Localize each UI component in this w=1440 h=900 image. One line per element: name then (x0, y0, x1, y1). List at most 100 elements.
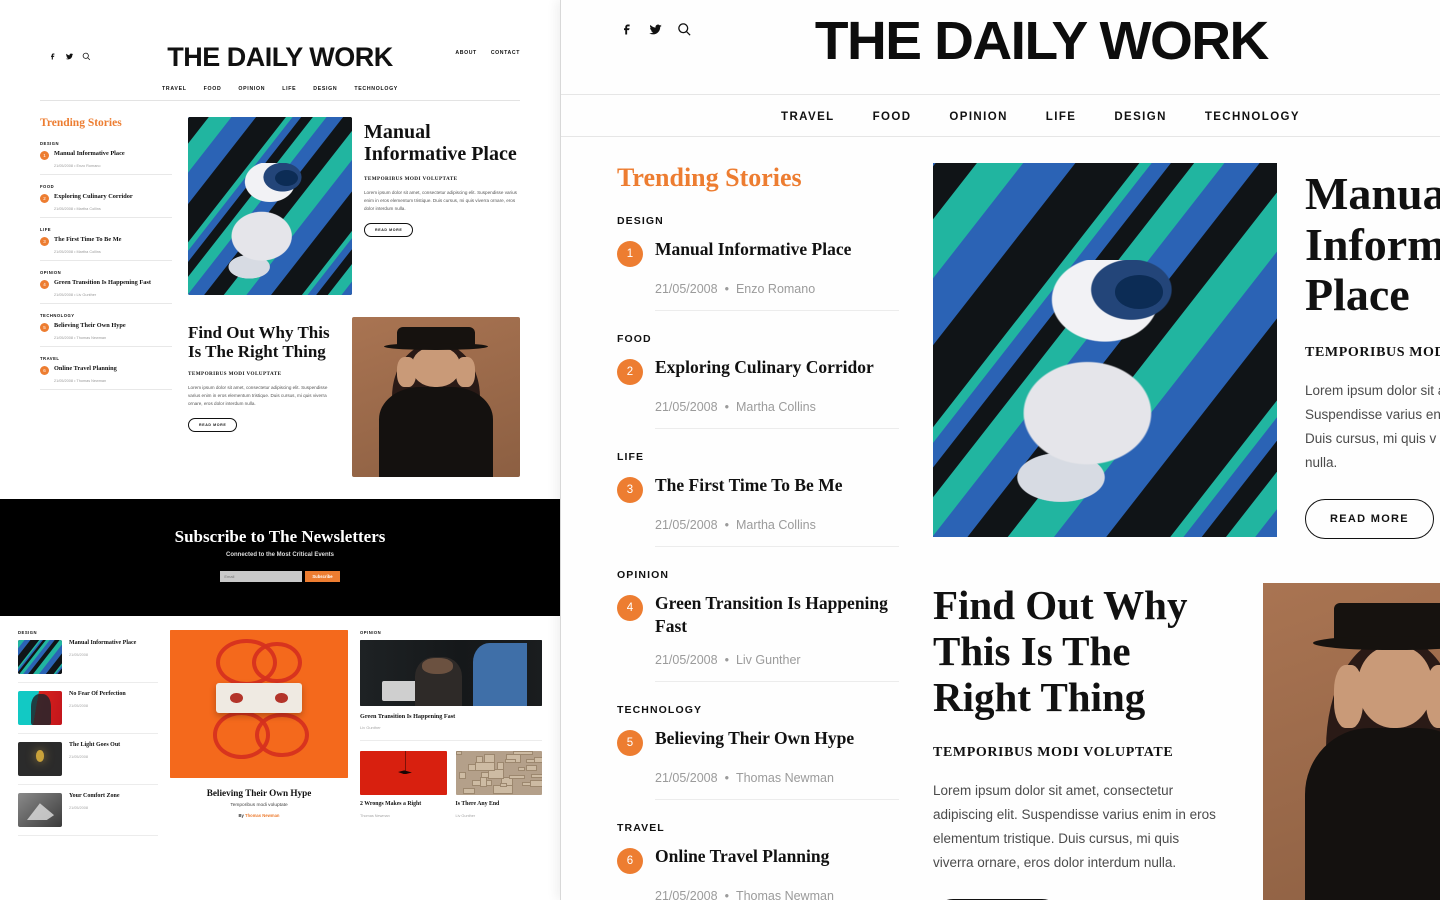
feature-one-title-line-1[interactable]: Manual (1305, 168, 1440, 220)
list-item-title[interactable]: Your Comfort Zone (69, 793, 158, 801)
thumb-feature-two[interactable]: Find Out Why This Is The Right Thing TEM… (188, 317, 520, 477)
list-item-title[interactable]: Manual Informative Place (69, 640, 158, 648)
bottom-right-cell-image[interactable] (360, 751, 447, 795)
nav-technology[interactable]: TECHNOLOGY (1205, 111, 1300, 123)
feature-one-read-more-button[interactable]: READ MORE (364, 222, 414, 237)
list-item-thumbnail[interactable] (18, 640, 62, 674)
nav-food[interactable]: FOOD (204, 86, 222, 92)
list-item-title[interactable]: The Light Goes Out (69, 742, 158, 750)
list-item[interactable]: No Fear Of Perfection 21/05/2008 (18, 691, 158, 734)
feature-one-title[interactable]: Manual Informative Place (364, 121, 520, 166)
trending-title[interactable]: Green Transition Is Happening Fast (655, 592, 899, 638)
bottom-right-cell[interactable]: Is There Any End Liv Gunther (455, 751, 543, 818)
list-item-thumbnail[interactable] (18, 742, 62, 776)
feature-two-image[interactable] (352, 317, 520, 477)
feature-one-image[interactable] (188, 117, 352, 295)
nav-opinion[interactable]: OPINION (949, 111, 1007, 123)
zoom-feature-one[interactable]: Manual Informat Place TEMPORIBUS MODI VO… (933, 163, 1440, 539)
feature-one-read-more-button[interactable]: READ MORE (1305, 498, 1434, 539)
list-item-thumbnail[interactable] (18, 691, 62, 725)
bottom-middle-image[interactable] (170, 630, 348, 778)
trending-title[interactable]: Online Travel Planning (655, 845, 829, 868)
bottom-right-cell[interactable]: 2 Wrongs Makes a Right Thomas Newman (360, 751, 447, 818)
trending-title[interactable]: Online Travel Planning (54, 365, 117, 374)
nav-design[interactable]: DESIGN (313, 86, 337, 92)
bottom-right-cell-title[interactable]: 2 Wrongs Makes a Right (360, 801, 447, 809)
thumb-social-links[interactable] (48, 48, 91, 66)
nav-life[interactable]: LIFE (1046, 111, 1077, 123)
trending-title[interactable]: The First Time To Be Me (54, 236, 121, 245)
trending-entry[interactable]: TRAVEL 6 Online Travel Planning 21/05/200… (617, 822, 899, 900)
nav-life[interactable]: LIFE (282, 86, 296, 92)
trending-title[interactable]: Believing Their Own Hype (54, 322, 126, 331)
bottom-right-cell-title[interactable]: Is There Any End (456, 801, 543, 809)
trending-entry[interactable]: FOOD 2 Exploring Culinary Corridor 21/05/… (617, 333, 899, 429)
feature-one-title-line-2[interactable]: Informat (1305, 219, 1440, 271)
nav-travel[interactable]: TRAVEL (162, 86, 187, 92)
thumb-trending-item[interactable]: OPINION 4 Green Transition Is Happening F… (40, 270, 172, 304)
feature-one-title-line-3[interactable]: Place (1305, 270, 1440, 321)
feature-two-title-line-1[interactable]: Find Out Why (933, 582, 1223, 629)
thumb-trending-item[interactable]: TECHNOLOGY 5 Believing Their Own Hype 21/… (40, 313, 172, 347)
thumb-trending-item[interactable]: TRAVEL 6 Online Travel Planning 21/05/200… (40, 356, 172, 390)
trending-entry[interactable]: LIFE 3 The First Time To Be Me 21/05/2008… (617, 451, 899, 547)
feature-two-read-more-button[interactable]: READ MORE (188, 418, 238, 433)
bottom-right-lead-image[interactable] (360, 640, 542, 706)
list-item-thumbnail[interactable] (18, 793, 62, 827)
list-item[interactable]: The Light Goes Out 21/05/2008 (18, 742, 158, 785)
thumb-aux-nav[interactable]: ABOUT CONTACT (455, 50, 520, 56)
list-item-date: 21/05/2008 (69, 754, 89, 759)
search-icon[interactable] (82, 48, 91, 66)
bottom-right-cell-image[interactable] (455, 751, 542, 795)
trending-date: 21/05/2008 (54, 293, 74, 297)
bottom-middle-title[interactable]: Believing Their Own Hype (170, 788, 348, 798)
trending-title[interactable]: Exploring Culinary Corridor (54, 193, 133, 202)
newsletter-subscribe-button[interactable]: Subscribe (305, 571, 340, 582)
zoom-main-nav[interactable]: TRAVEL FOOD OPINION LIFE DESIGN TECHNOLO… (561, 95, 1440, 136)
trending-author: Martha Collins (735, 400, 816, 414)
feature-one-image[interactable] (933, 163, 1277, 537)
trending-meta: 21/05/2008 • Thomas Newman (655, 771, 899, 800)
thumb-main-nav[interactable]: TRAVEL FOOD OPINION LIFE DESIGN TECHNOLO… (48, 86, 512, 100)
thumb-trending-item[interactable]: LIFE 3 The First Time To Be Me 21/05/2008… (40, 227, 172, 261)
feature-two-image[interactable] (1263, 582, 1440, 900)
zoom-trending-heading: Trending Stories (617, 163, 802, 192)
trending-title[interactable]: The First Time To Be Me (655, 474, 842, 497)
nav-travel[interactable]: TRAVEL (781, 111, 835, 123)
feature-two-title-line-2[interactable]: This Is The (933, 628, 1223, 675)
newsletter-form[interactable]: Subscribe (0, 571, 560, 582)
trending-author: Thomas Newman (735, 888, 834, 900)
zoom-feature-two[interactable]: Find Out Why This Is The Right Thing TEM… (933, 582, 1440, 900)
zoom-site-title: THE DAILY WORK (814, 11, 1269, 71)
trending-entry[interactable]: DESIGN 1 Manual Informative Place 21/05/2… (617, 215, 899, 311)
list-item[interactable]: Manual Informative Place 21/05/2008 (18, 640, 158, 683)
byline-author[interactable]: Thomas Newman (245, 813, 279, 818)
thumb-trending-item[interactable]: DESIGN 1 Manual Informative Place 21/05/2… (40, 141, 172, 175)
nav-design[interactable]: DESIGN (1114, 111, 1167, 123)
trending-entry[interactable]: OPINION 4 Green Transition Is Happening F… (617, 569, 899, 682)
twitter-icon[interactable] (65, 48, 74, 66)
aux-nav-contact[interactable]: CONTACT (491, 50, 520, 56)
thumb-feature-one[interactable]: Manual Informative Place TEMPORIBUS MODI… (188, 117, 520, 295)
trending-title[interactable]: Manual Informative Place (54, 150, 125, 159)
feature-two-title-line-3[interactable]: Right Thing (933, 674, 1223, 721)
feature-two-title[interactable]: Find Out Why This Is The Right Thing (188, 323, 338, 361)
list-item-title[interactable]: No Fear Of Perfection (69, 691, 158, 699)
trending-rank-badge: 5 (617, 729, 643, 756)
trending-entry[interactable]: TECHNOLOGY 5 Believing Their Own Hype 21/… (617, 704, 899, 800)
trending-author: Enzo Romano (76, 164, 101, 168)
bottom-right-lead-title[interactable]: Green Transition Is Happening Fast (360, 713, 542, 720)
nav-food[interactable]: FOOD (873, 111, 912, 123)
facebook-icon[interactable] (48, 48, 57, 66)
list-item[interactable]: Your Comfort Zone 21/05/2008 (18, 793, 158, 836)
trending-title[interactable]: Believing Their Own Hype (655, 727, 854, 750)
trending-title[interactable]: Exploring Culinary Corridor (655, 356, 874, 379)
nav-technology[interactable]: TECHNOLOGY (354, 86, 398, 92)
trending-title[interactable]: Green Transition Is Happening Fast (54, 279, 151, 288)
trending-title[interactable]: Manual Informative Place (655, 238, 851, 261)
aux-nav-about[interactable]: ABOUT (455, 50, 476, 56)
newsletter-email-input[interactable] (220, 571, 303, 582)
thumb-trending-item[interactable]: FOOD 2 Exploring Culinary Corridor 21/05/… (40, 184, 172, 218)
thumb-bottom-middle-card[interactable]: Believing Their Own Hype Temporibus modi… (170, 630, 348, 844)
nav-opinion[interactable]: OPINION (238, 86, 265, 92)
